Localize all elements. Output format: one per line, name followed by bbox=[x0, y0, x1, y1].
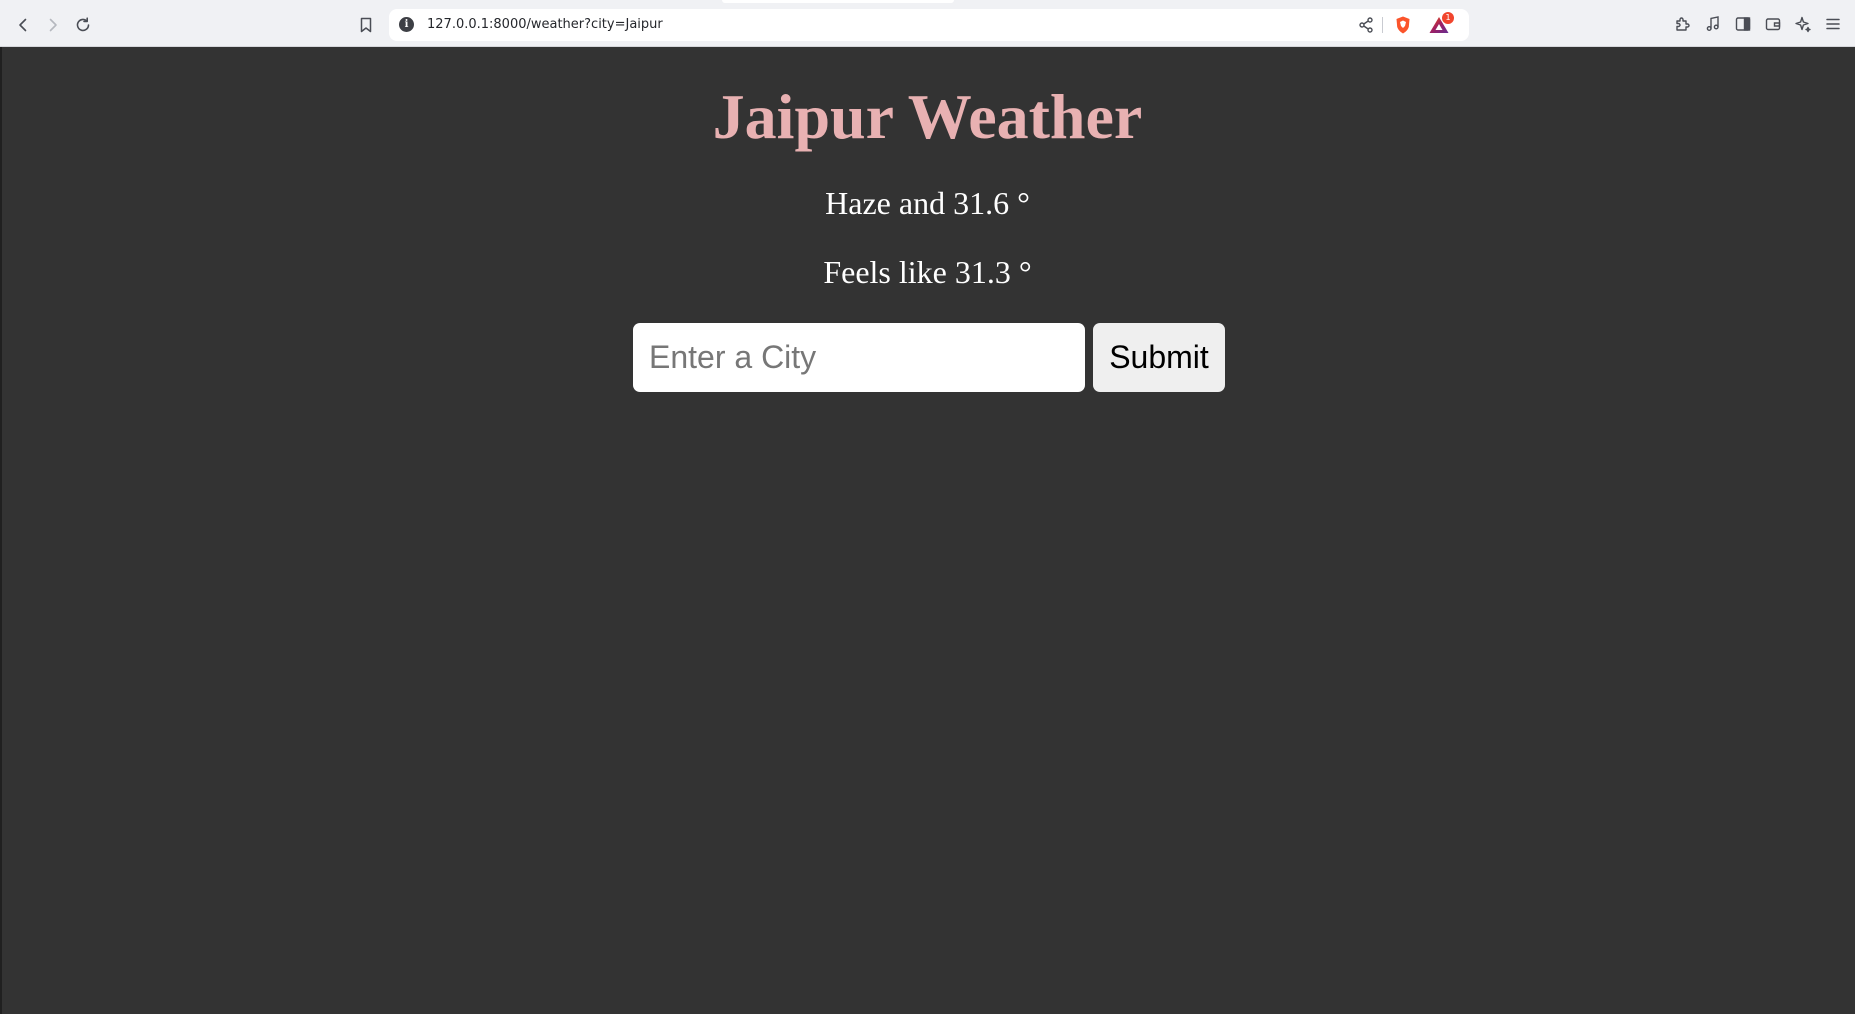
forward-button[interactable] bbox=[40, 12, 66, 38]
main-menu-button[interactable] bbox=[1822, 13, 1844, 35]
extensions-button[interactable] bbox=[1672, 13, 1694, 35]
address-bar[interactable]: i 127.0.0.1:8000/weather?city=Jaipur 1 bbox=[389, 9, 1469, 41]
url-text[interactable]: 127.0.0.1:8000/weather?city=Jaipur bbox=[427, 17, 663, 32]
reload-button[interactable] bbox=[70, 12, 96, 38]
sidebar-button[interactable] bbox=[1732, 13, 1754, 35]
brave-shield-icon[interactable] bbox=[1393, 15, 1413, 35]
rewards-badge: 1 bbox=[1442, 12, 1454, 24]
back-button[interactable] bbox=[10, 12, 36, 38]
submit-button[interactable]: Submit bbox=[1093, 323, 1225, 392]
sparkle-icon bbox=[1795, 16, 1811, 33]
sidebar-icon bbox=[1735, 17, 1751, 31]
browser-toolbar: i 127.0.0.1:8000/weather?city=Jaipur 1 bbox=[0, 0, 1855, 47]
music-note-icon bbox=[1706, 16, 1719, 31]
wallet-icon bbox=[1765, 18, 1781, 31]
weather-condition: Haze and 31.6 ° bbox=[825, 185, 1030, 221]
reload-icon bbox=[76, 17, 90, 32]
hamburger-menu-icon bbox=[1826, 18, 1840, 30]
active-tab-indicator bbox=[722, 0, 954, 3]
city-input[interactable] bbox=[633, 323, 1085, 392]
puzzle-icon bbox=[1676, 17, 1690, 31]
feels-like: Feels like 31.3 ° bbox=[823, 254, 1032, 290]
page-title: Jaipur Weather bbox=[712, 81, 1143, 152]
info-icon[interactable]: i bbox=[399, 17, 414, 32]
bookmark-icon bbox=[360, 17, 372, 33]
arrow-left-icon bbox=[19, 18, 27, 32]
arrow-right-icon bbox=[49, 18, 57, 32]
media-button[interactable] bbox=[1702, 13, 1724, 35]
bookmark-button[interactable] bbox=[354, 12, 378, 38]
wallet-button[interactable] bbox=[1762, 13, 1784, 35]
leo-button[interactable] bbox=[1792, 13, 1814, 35]
page-content: Jaipur Weather Haze and 31.6 ° Feels lik… bbox=[0, 47, 1855, 1014]
share-icon[interactable] bbox=[1357, 16, 1375, 34]
address-bar-divider bbox=[1382, 17, 1383, 33]
